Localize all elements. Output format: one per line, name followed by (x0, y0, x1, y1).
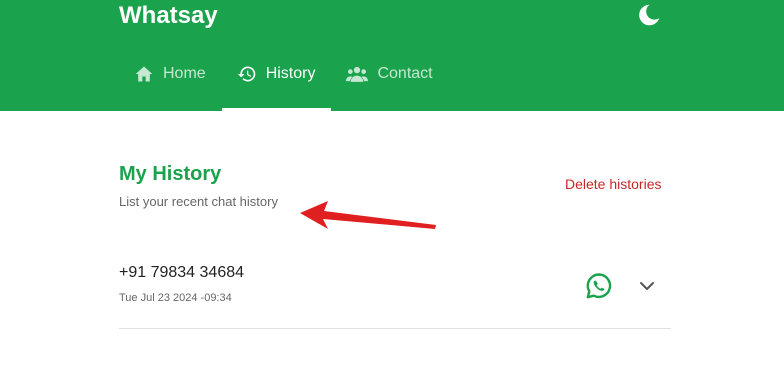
history-icon (237, 64, 257, 84)
page-subtitle: List your recent chat history (119, 194, 278, 209)
app-header: Whatsay Home History Contact (0, 0, 784, 111)
history-item: +91 79834 34684 Tue Jul 23 2024 -09:34 (119, 255, 671, 329)
contacts-icon (346, 64, 369, 84)
home-icon (134, 64, 154, 84)
chevron-down-icon[interactable] (637, 276, 657, 296)
tab-home[interactable]: Home (119, 56, 222, 111)
whatsapp-icon[interactable] (585, 272, 613, 300)
tab-history-label: History (265, 65, 316, 82)
app-title: Whatsay (119, 2, 218, 29)
tab-contact-label: Contact (377, 65, 433, 82)
moon-icon[interactable] (636, 2, 662, 28)
main-nav: Home History Contact (119, 56, 449, 111)
tab-history[interactable]: History (221, 56, 332, 111)
delete-histories-button[interactable]: Delete histories (565, 176, 662, 192)
history-phone-number: +91 79834 34684 (119, 264, 245, 281)
tab-home-label: Home (163, 65, 206, 82)
page-title: My History (119, 163, 222, 185)
annotation-arrow (300, 201, 436, 229)
history-timestamp: Tue Jul 23 2024 -09:34 (119, 292, 232, 304)
tab-contact[interactable]: Contact (331, 56, 448, 111)
